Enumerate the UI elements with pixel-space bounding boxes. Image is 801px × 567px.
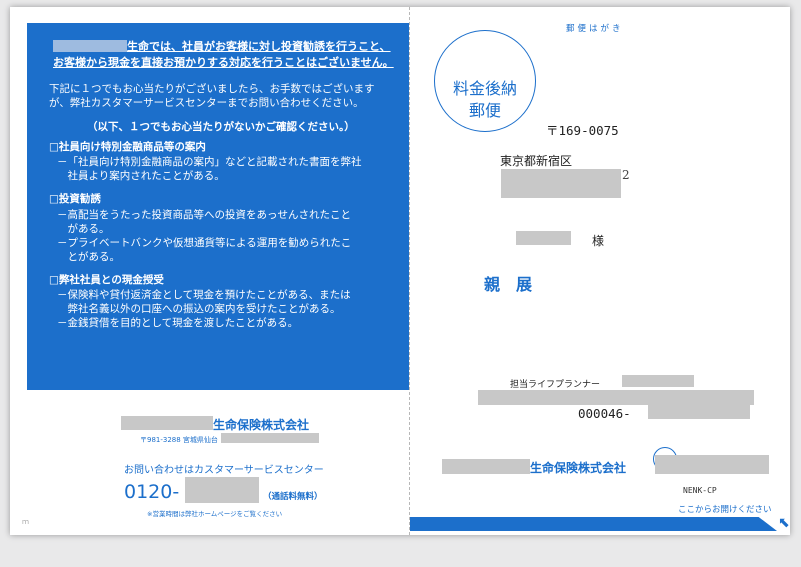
contact-label: お問い合わせはカスタマーサービスセンター (124, 465, 324, 476)
section-line: －保険料や貸付返済金として現金を預けたことがある、または (57, 289, 351, 301)
postcard-label: 郵便はがき (566, 24, 624, 34)
left-address: 〒981-3288 宮城県仙台 (140, 436, 218, 444)
redacted-planner-info (478, 390, 754, 405)
redacted-recipient-name (516, 231, 571, 245)
section-line: －金銭貸借を目的として現金を渡したことがある。 (57, 317, 299, 329)
postal-code: 〒169-0075 (546, 123, 619, 138)
intro-line-1: 下記に１つでもお心当たりがございましたら、お手数ではございます (49, 83, 375, 95)
section-line: 社員より案内されたことがある。 (57, 170, 225, 182)
redacted-company-name (53, 40, 127, 52)
notice-panel: 生命では、社員がお客様に対し投資勧誘を行うこと、 お客様から現金を直接お預かりす… (27, 23, 409, 390)
planner-label: 担当ライフプランナー (510, 380, 601, 390)
heading-line-2: お客様から現金を直接お預かりする対応を行うことはございません。 (53, 56, 394, 69)
check-note: （以下、１つでもお心当たりがないかご確認ください。） (87, 121, 355, 133)
heading-line-1: 生命では、社員がお客様に対し投資勧誘を行うこと、 (127, 40, 391, 53)
redacted-sender-prefix (442, 459, 530, 474)
section-line: とがある。 (57, 251, 120, 263)
tear-arrow-icon: ⬉ (778, 515, 790, 531)
address-line-1: 東京都新宿区 (500, 154, 573, 168)
left-company-name: 生命保険株式会社 (213, 418, 310, 432)
redacted-company-prefix (121, 416, 213, 430)
postage-stamp-mark: 料金後納 郵便 (434, 30, 536, 132)
redacted-logo-text (655, 455, 769, 474)
redacted-phone-number (185, 477, 259, 503)
redacted-address (221, 433, 319, 443)
section-line: 弊社名義以外の口座への振込の案内を受けたことがある。 (57, 303, 341, 315)
address-line-2-tail: 2 (622, 168, 630, 182)
hours-note: ※営業時間は弊社ホームページをご覧ください (147, 510, 283, 518)
recipient-suffix: 様 (592, 234, 605, 248)
confidential-mark: 親 展 (484, 275, 533, 294)
corner-mark: ｍ (22, 518, 29, 526)
stamp-line-2: 郵便 (468, 101, 501, 120)
section-line: －プライベートバンクや仮想通貨等による運用を勧められたこ (57, 237, 352, 249)
stamp-line-1: 料金後納 (452, 79, 517, 98)
section-title-cash: □弊社社員との現金授受 (49, 274, 164, 286)
phone-prefix: 0120- (124, 481, 180, 503)
phone-note: （通話料無料） (263, 492, 323, 502)
redacted-address-line-3 (501, 184, 621, 198)
section-title-special-products: □社員向け特別金融商品等の案内 (49, 141, 206, 153)
tear-strip-band (410, 517, 777, 531)
redacted-planner-name (622, 375, 694, 387)
section-line: －「社員向け特別金融商品の案内」などと記載された書面を弊社 (57, 156, 362, 168)
redacted-reference-code (648, 405, 750, 419)
sender-company-name: 生命保険株式会社 (530, 461, 627, 475)
section-line: －高配当をうたった投資商品等への投資をあっせんされたこと (57, 209, 351, 221)
reference-code: 000046- (578, 406, 631, 421)
intro-line-2: が、弊社カスタマーサービスセンターまでお問い合わせください。 (49, 97, 364, 109)
section-line: がある。 (57, 223, 110, 235)
section-title-investment: □投資勧誘 (49, 193, 101, 205)
open-here-label: ここからお開けください (678, 505, 772, 515)
fold-line (409, 7, 411, 535)
form-code: NENK-CP (683, 486, 717, 495)
